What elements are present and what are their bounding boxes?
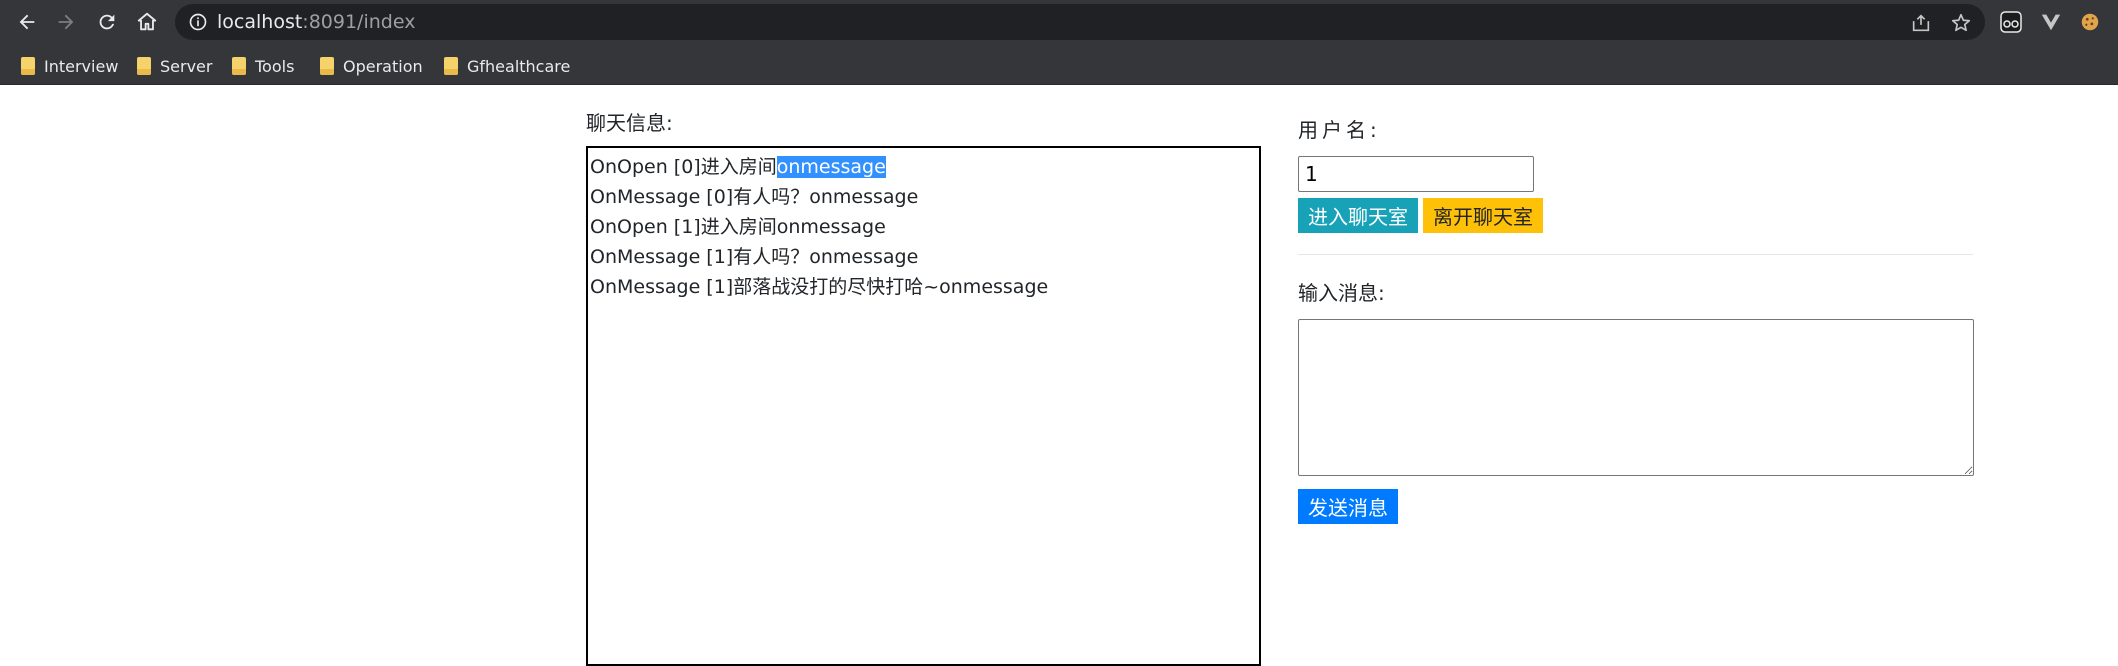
arrow-right-icon	[58, 14, 74, 30]
reload-button[interactable]	[93, 8, 121, 36]
url-host: localhost	[217, 11, 303, 33]
address-bar[interactable]: localhost:8091/index	[175, 4, 1985, 40]
leave-chatroom-button[interactable]: 离开聊天室	[1423, 198, 1543, 233]
folder-icon	[21, 57, 35, 75]
bookmark-label: Server	[160, 56, 213, 76]
selected-text: onmessage	[776, 156, 886, 178]
bookmark-label: Interview	[44, 56, 119, 76]
divider	[1298, 254, 1973, 255]
arrow-left-icon	[19, 14, 35, 30]
home-icon	[137, 12, 157, 31]
send-message-button[interactable]: 发送消息	[1298, 489, 1398, 524]
bookmark-star-icon[interactable]	[1950, 12, 1972, 34]
bookmark-folder-server[interactable]: Server	[137, 54, 212, 78]
home-button[interactable]	[133, 8, 161, 36]
glasses-icon	[2000, 11, 2022, 33]
forward-button[interactable]	[52, 8, 80, 36]
chat-log[interactable]: OnOpen [0]进入房间onmessage OnMessage [0]有人吗…	[586, 146, 1261, 666]
chat-message: OnOpen [0]进入房间onmessage	[590, 152, 1257, 182]
message-input-label: 输入消息:	[1298, 281, 1385, 305]
url-text: localhost:8091/index	[217, 11, 415, 33]
bookmark-folder-gfhealthcare[interactable]: Gfhealthcare	[444, 54, 570, 78]
bookmark-folder-tools[interactable]: Tools	[232, 54, 294, 78]
bookmark-label: Tools	[255, 56, 295, 76]
share-icon[interactable]	[1910, 12, 1932, 34]
bookmark-folder-operation[interactable]: Operation	[320, 54, 423, 78]
username-input[interactable]	[1298, 156, 1534, 192]
cookie-icon	[2081, 13, 2099, 31]
reload-icon	[99, 14, 115, 30]
folder-icon	[232, 57, 246, 75]
page-content: 聊天信息: OnOpen [0]进入房间onmessage OnMessage …	[0, 86, 2118, 666]
vue-icon	[2041, 14, 2061, 31]
chat-message: OnMessage [1]部落战没打的尽快打哈~onmessage	[590, 276, 1049, 298]
chat-message: OnMessage [0]有人吗？onmessage	[590, 186, 919, 208]
vue-devtools-button[interactable]	[2037, 8, 2065, 36]
username-label: 用户名:	[1298, 118, 1381, 142]
join-chatroom-button[interactable]: 进入聊天室	[1298, 198, 1418, 233]
chat-message-text: OnOpen [0]进入房间	[590, 156, 777, 178]
folder-icon	[444, 57, 458, 75]
browser-toolbar: localhost:8091/index	[0, 0, 2118, 45]
bookmarks-bar: Interview Server Tools Operation Gfhealt…	[0, 45, 2118, 85]
bookmark-label: Operation	[343, 56, 423, 76]
folder-icon	[137, 57, 151, 75]
bookmark-folder-interview[interactable]: Interview	[21, 54, 118, 78]
info-icon	[189, 13, 207, 31]
back-button[interactable]	[13, 8, 41, 36]
chat-message: OnOpen [1]进入房间onmessage	[590, 216, 886, 238]
bookmark-label: Gfhealthcare	[467, 56, 571, 76]
chat-info-label: 聊天信息:	[586, 111, 673, 135]
url-path: :8091/index	[302, 11, 416, 33]
message-textarea[interactable]	[1298, 319, 1974, 476]
folder-icon	[320, 57, 334, 75]
chat-message: OnMessage [1]有人吗？onmessage	[590, 246, 919, 268]
cookie-extension-button[interactable]	[2076, 8, 2104, 36]
incognito-extension-button[interactable]	[1997, 8, 2025, 36]
